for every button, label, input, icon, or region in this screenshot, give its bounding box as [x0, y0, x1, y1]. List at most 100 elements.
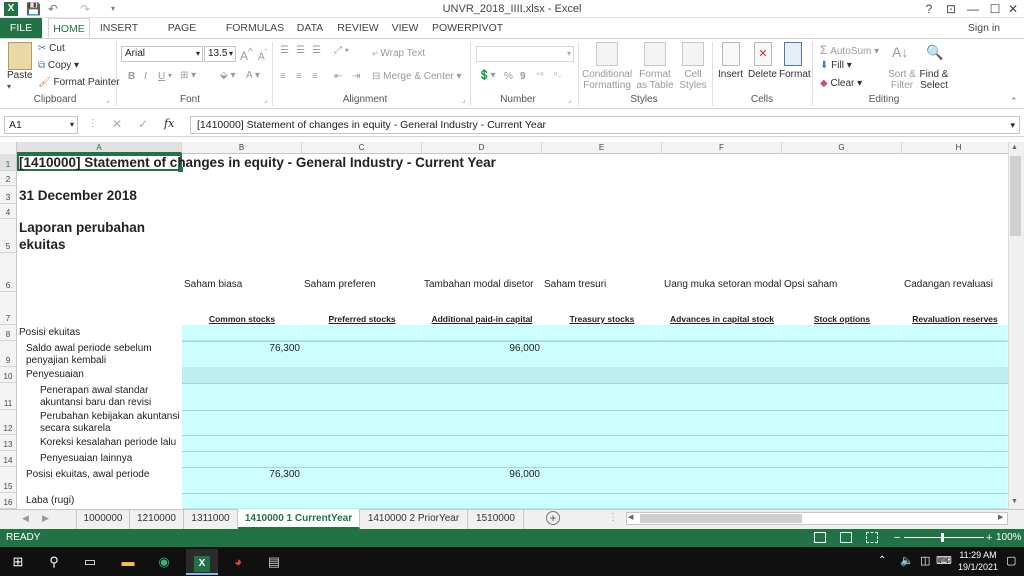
terminal-taskbar-icon[interactable]: ▤ — [258, 549, 290, 575]
scroll-up-icon[interactable]: ▲ — [1011, 144, 1018, 151]
autosum-button[interactable]: Σ AutoSum ▾ — [820, 43, 879, 57]
more-options-icon[interactable]: ⋮ — [88, 118, 98, 129]
align-bottom-icon[interactable]: ☰ — [312, 45, 321, 56]
cell-b8[interactable] — [182, 325, 302, 341]
format-cells-button[interactable]: Format — [779, 69, 811, 80]
tray-overflow-icon[interactable]: ⌃ — [878, 555, 886, 566]
excel-taskbar-icon[interactable]: X — [186, 549, 218, 575]
column-header-g[interactable]: G — [782, 142, 902, 154]
tab-powerpivot[interactable]: POWERPIVOT — [432, 18, 503, 38]
sheet-tab-1210000[interactable]: 1210000 — [130, 509, 184, 529]
zoom-in-icon[interactable]: + — [986, 529, 992, 547]
wrap-text-button[interactable]: ⤶ Wrap Text — [372, 48, 425, 59]
align-right-icon[interactable]: ≡ — [312, 71, 318, 82]
cancel-entry-icon[interactable]: ✕ — [112, 117, 122, 131]
merge-center-button[interactable]: ⊟ Merge & Center ▾ — [372, 71, 462, 82]
tab-formulas[interactable]: FORMULAS — [224, 18, 286, 38]
decrease-indent-icon[interactable]: ⇤ — [334, 71, 342, 82]
ribbon-display-button[interactable]: ⊡ — [940, 1, 962, 17]
row-header-1[interactable]: 1 — [0, 154, 17, 171]
find-select-button[interactable]: Find & Select — [916, 69, 952, 91]
sort-filter-icon[interactable]: A↓ — [892, 44, 908, 60]
tab-view[interactable]: VIEW — [388, 18, 422, 38]
row-header-16[interactable]: 16 — [0, 493, 17, 509]
delete-cells-icon[interactable]: ✕ — [754, 42, 772, 66]
page-break-view-icon[interactable] — [866, 532, 878, 543]
fill-color-icon[interactable]: ⬙ ▾ — [220, 70, 236, 81]
browser-app-icon[interactable]: ◉ — [148, 549, 180, 575]
volume-icon[interactable]: 🔈 — [900, 554, 914, 567]
row-header-2[interactable]: 2 — [0, 171, 17, 186]
enter-entry-icon[interactable]: ✓ — [138, 117, 148, 131]
font-launcher-icon[interactable]: ⌟ — [264, 96, 267, 104]
close-button[interactable]: ✕ — [1002, 1, 1024, 17]
grow-font-icon[interactable]: A^ — [240, 47, 253, 63]
chrome-taskbar-icon[interactable]: ◕ — [222, 549, 254, 575]
notifications-icon[interactable]: ▢ — [1006, 554, 1016, 567]
font-size-select[interactable]: 13.5 ▾ — [204, 46, 236, 62]
percent-button[interactable]: % — [504, 71, 513, 82]
paste-icon[interactable] — [8, 42, 32, 70]
cell-b9[interactable]: 76,300 — [182, 343, 302, 354]
tab-home[interactable]: HOME — [48, 18, 90, 38]
tab-insert[interactable]: INSERT — [98, 18, 140, 38]
name-box[interactable]: A1 ▾ — [4, 116, 78, 134]
cell-styles-icon[interactable] — [682, 42, 704, 66]
borders-icon[interactable]: ⊞ ▾ — [180, 70, 196, 81]
align-top-icon[interactable]: ☰ — [280, 45, 289, 56]
insert-cells-button[interactable]: Insert — [718, 69, 743, 80]
prev-sheet-icon[interactable]: ◀ — [22, 513, 29, 524]
scroll-right-icon[interactable]: ▶ — [998, 513, 1003, 521]
cell-d8[interactable] — [422, 325, 542, 341]
tab-review[interactable]: REVIEW — [336, 18, 380, 38]
row-header-3[interactable]: 3 — [0, 186, 17, 204]
align-middle-icon[interactable]: ☰ — [296, 45, 305, 56]
row-header-11[interactable]: 11 — [0, 383, 17, 410]
sheet-tab-1410000-prior-year[interactable]: 1410000 2 PriorYear — [360, 509, 468, 529]
cell-f8[interactable] — [662, 325, 782, 341]
tab-split-handle[interactable]: ⋮ — [608, 512, 618, 523]
select-all-corner[interactable] — [0, 142, 17, 154]
zoom-level[interactable]: 100% — [996, 529, 1022, 547]
row-header-12[interactable]: 12 — [0, 410, 17, 435]
column-header-d[interactable]: D — [422, 142, 542, 154]
fill-button[interactable]: ⬇ Fill ▾ — [820, 60, 852, 71]
minimize-button[interactable]: — — [962, 1, 984, 17]
help-button[interactable]: ? — [918, 1, 940, 17]
insert-function-button[interactable]: fx — [164, 117, 174, 130]
search-icon[interactable]: ⚲ — [38, 549, 70, 575]
sheet-tab-1410000-current-year[interactable]: 1410000 1 CurrentYear — [238, 509, 360, 529]
column-header-f[interactable]: F — [662, 142, 782, 154]
sheet-tab-1510000[interactable]: 1510000 — [468, 509, 524, 529]
task-view-icon[interactable]: ▭ — [74, 549, 106, 575]
bold-button[interactable]: B — [128, 71, 135, 82]
cut-button[interactable]: ✂ Cut — [38, 43, 65, 54]
row-header-4[interactable]: 4 — [0, 204, 17, 219]
row-header-7[interactable]: 7 — [0, 292, 17, 325]
underline-button[interactable]: U — [158, 71, 165, 82]
page-layout-view-icon[interactable] — [840, 532, 852, 543]
formula-input[interactable]: [1410000] Statement of changes in equity… — [190, 116, 1020, 134]
font-name-select[interactable]: Arial ▾ — [121, 46, 203, 62]
format-painter-button[interactable]: 🖌 Format Painter — [38, 77, 120, 88]
network-icon[interactable]: ◫ — [920, 554, 930, 567]
windows-start-icon[interactable]: ⊞ — [2, 549, 34, 575]
italic-button[interactable]: I — [144, 71, 147, 82]
sheet-tab-1000000[interactable]: 1000000 — [76, 509, 130, 529]
orientation-icon[interactable]: ⤢ ▾ — [334, 45, 349, 56]
sort-filter-button[interactable]: Sort & Filter — [884, 69, 920, 91]
conditional-formatting-button[interactable]: Conditional Formatting — [582, 69, 632, 91]
alignment-launcher-icon[interactable]: ⌟ — [462, 96, 465, 104]
decrease-decimal-icon[interactable]: ⁰₋ — [554, 71, 561, 80]
file-explorer-icon[interactable]: ▬ — [112, 549, 144, 575]
cell-d9[interactable]: 96,000 — [422, 343, 542, 354]
clock-time[interactable]: 11:29 AM — [956, 550, 1000, 560]
delete-cells-button[interactable]: Delete — [748, 69, 777, 80]
format-as-table-icon[interactable] — [644, 42, 666, 66]
cell-d15[interactable]: 96,000 — [422, 469, 542, 480]
format-cells-icon[interactable] — [784, 42, 802, 66]
increase-indent-icon[interactable]: ⇥ — [352, 71, 360, 82]
underline-dropdown-icon[interactable]: ▾ — [168, 71, 172, 80]
keyboard-icon[interactable]: ⌨ — [936, 554, 952, 567]
copy-button[interactable]: ⧉ Copy ▾ — [38, 60, 79, 71]
